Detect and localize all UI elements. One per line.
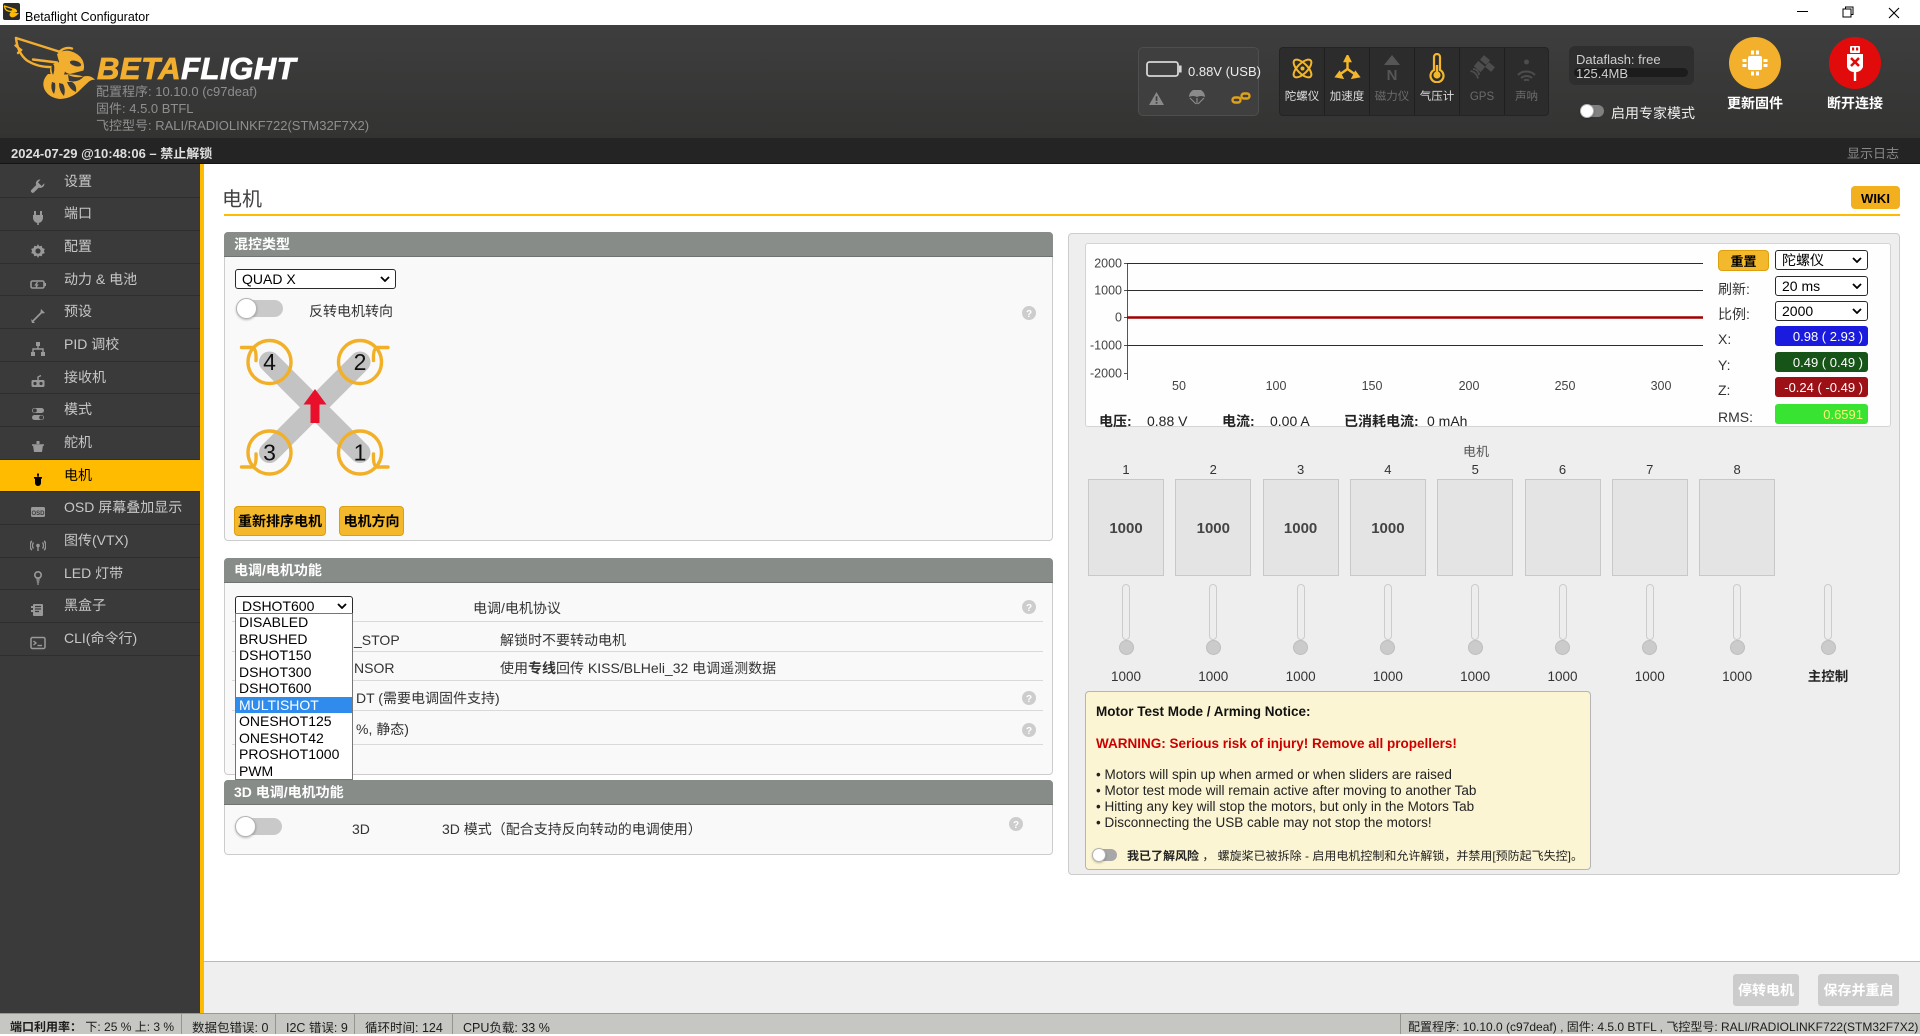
svg-text:2000: 2000 [1094,257,1122,271]
svg-text:4: 4 [263,349,276,375]
svg-text:300: 300 [1651,379,1672,393]
svg-text:OSD: OSD [31,511,45,517]
svg-text:3: 3 [263,440,276,466]
svg-text:1000: 1000 [1094,284,1122,298]
svg-text:1: 1 [354,440,367,466]
svg-text:100: 100 [1266,379,1287,393]
svg-text:150: 150 [1362,379,1383,393]
svg-text:200: 200 [1459,379,1480,393]
svg-text:50: 50 [1172,379,1186,393]
svg-text:0: 0 [1115,311,1122,325]
svg-text:2: 2 [354,349,367,375]
svg-text:-2000: -2000 [1090,367,1122,381]
svg-text:N: N [1387,67,1398,82]
svg-text:-1000: -1000 [1090,339,1122,353]
svg-text:250: 250 [1555,379,1576,393]
